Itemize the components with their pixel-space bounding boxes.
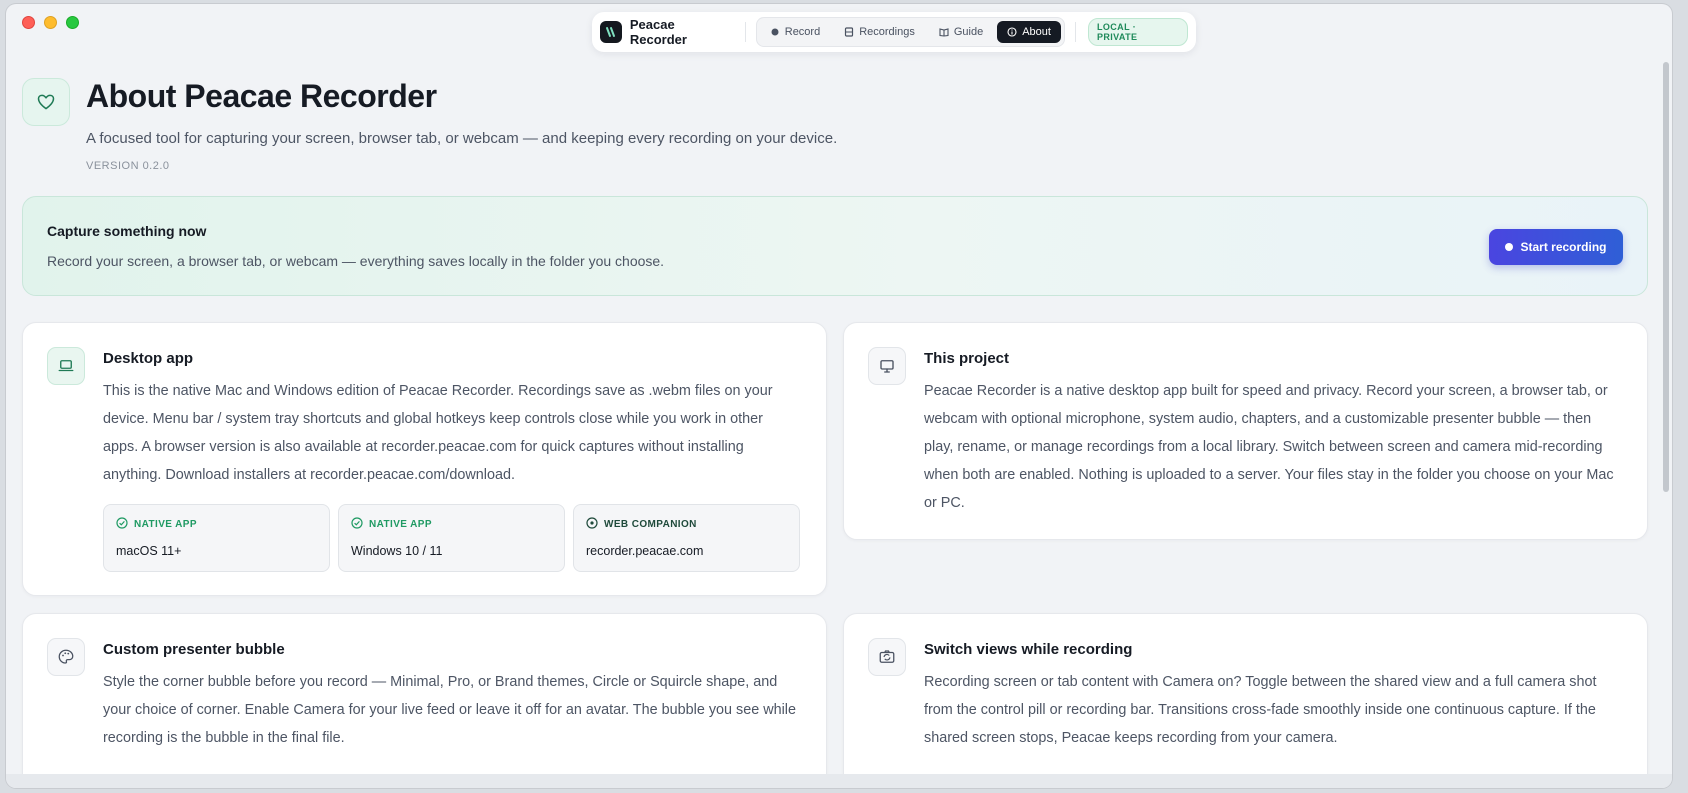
app-name: Peacae Recorder <box>629 17 687 47</box>
globe-icon <box>586 517 598 532</box>
info-icon <box>1007 27 1017 37</box>
platform-item: NATIVE APP macOS 11+ <box>103 504 330 572</box>
brand: Peacae Recorder <box>600 17 735 47</box>
main-content: About Peacae Recorder A focused tool for… <box>6 58 1662 774</box>
presenter-bubble-card: Custom presenter bubble Style the corner… <box>22 613 827 774</box>
page-title: About Peacae Recorder <box>86 78 437 114</box>
platform-item: NATIVE APP Windows 10 / 11 <box>338 504 565 572</box>
check-circle-icon <box>351 517 363 532</box>
card-title: Custom presenter bubble <box>103 641 285 658</box>
vertical-scrollbar[interactable] <box>1663 62 1669 492</box>
platform-label-text: NATIVE APP <box>134 519 197 530</box>
dot-icon <box>770 27 780 37</box>
platform-label: NATIVE APP <box>116 517 317 532</box>
privacy-badge: LOCAL · PRIVATE <box>1087 18 1188 46</box>
tab-about[interactable]: About <box>997 21 1061 43</box>
app-window: Peacae Recorder Record Recordings Guide … <box>6 4 1672 788</box>
maximize-window-button[interactable] <box>66 16 79 29</box>
tab-label: Recordings <box>859 26 915 38</box>
card-title: Desktop app <box>103 350 194 367</box>
top-nav-bar: Peacae Recorder Record Recordings Guide … <box>592 12 1196 52</box>
card-title: This project <box>924 350 1010 367</box>
tab-guide[interactable]: Guide <box>929 21 993 43</box>
desktop-app-card: Desktop app This is the native Mac and W… <box>22 322 827 596</box>
app-logo-icon <box>600 21 622 43</box>
capture-description: Record your screen, a browser tab, or we… <box>47 253 665 269</box>
card-description: Peacae Recorder is a native desktop app … <box>924 383 1614 511</box>
card-description: This is the native Mac and Windows editi… <box>103 383 773 483</box>
tab-record[interactable]: Record <box>760 21 830 43</box>
minimize-window-button[interactable] <box>44 16 57 29</box>
platform-list: NATIVE APP macOS 11+ NATIVE APP Windows … <box>103 504 800 572</box>
check-circle-icon <box>116 517 128 532</box>
card-description: Style the corner bubble before you recor… <box>103 674 797 746</box>
window-bottom-edge <box>6 774 1672 788</box>
film-icon <box>844 27 854 37</box>
monitor-icon <box>868 347 906 385</box>
version-label: VERSION 0.2.0 <box>86 160 170 172</box>
start-recording-label: Start recording <box>1520 240 1607 254</box>
platform-label: WEB COMPANION <box>586 517 787 532</box>
tab-label: About <box>1022 26 1051 38</box>
switch-camera-icon <box>868 638 906 676</box>
record-dot-icon <box>1505 243 1514 251</box>
platform-item: WEB COMPANION recorder.peacae.com <box>573 504 800 572</box>
platform-value: Windows 10 / 11 <box>351 544 443 558</box>
palette-icon <box>47 638 85 676</box>
divider <box>1074 22 1076 42</box>
close-window-button[interactable] <box>22 16 35 29</box>
capture-title: Capture something now <box>47 223 207 239</box>
platform-value: recorder.peacae.com <box>586 544 704 558</box>
tab-label: Record <box>784 26 821 38</box>
card-description: Recording screen or tab content with Cam… <box>924 674 1597 746</box>
laptop-icon <box>47 347 85 385</box>
platform-label-text: NATIVE APP <box>369 519 432 530</box>
divider <box>744 22 746 42</box>
project-card: This project Peacae Recorder is a native… <box>843 322 1648 540</box>
platform-label-text: WEB COMPANION <box>604 519 697 530</box>
heart-icon <box>22 78 70 126</box>
card-title: Switch views while recording <box>924 641 1133 658</box>
switch-views-card: Switch views while recording Recording s… <box>843 613 1648 774</box>
start-recording-button[interactable]: Start recording <box>1489 229 1623 265</box>
page-subtitle: A focused tool for capturing your screen… <box>86 130 838 147</box>
book-icon <box>939 27 949 37</box>
platform-value: macOS 11+ <box>116 544 182 558</box>
tab-recordings[interactable]: Recordings <box>834 21 925 43</box>
window-controls <box>22 16 79 29</box>
capture-banner: Capture something now Record your screen… <box>22 196 1648 296</box>
nav-tabs: Record Recordings Guide About <box>755 17 1065 47</box>
platform-label: NATIVE APP <box>351 517 552 532</box>
tab-label: Guide <box>953 26 984 38</box>
